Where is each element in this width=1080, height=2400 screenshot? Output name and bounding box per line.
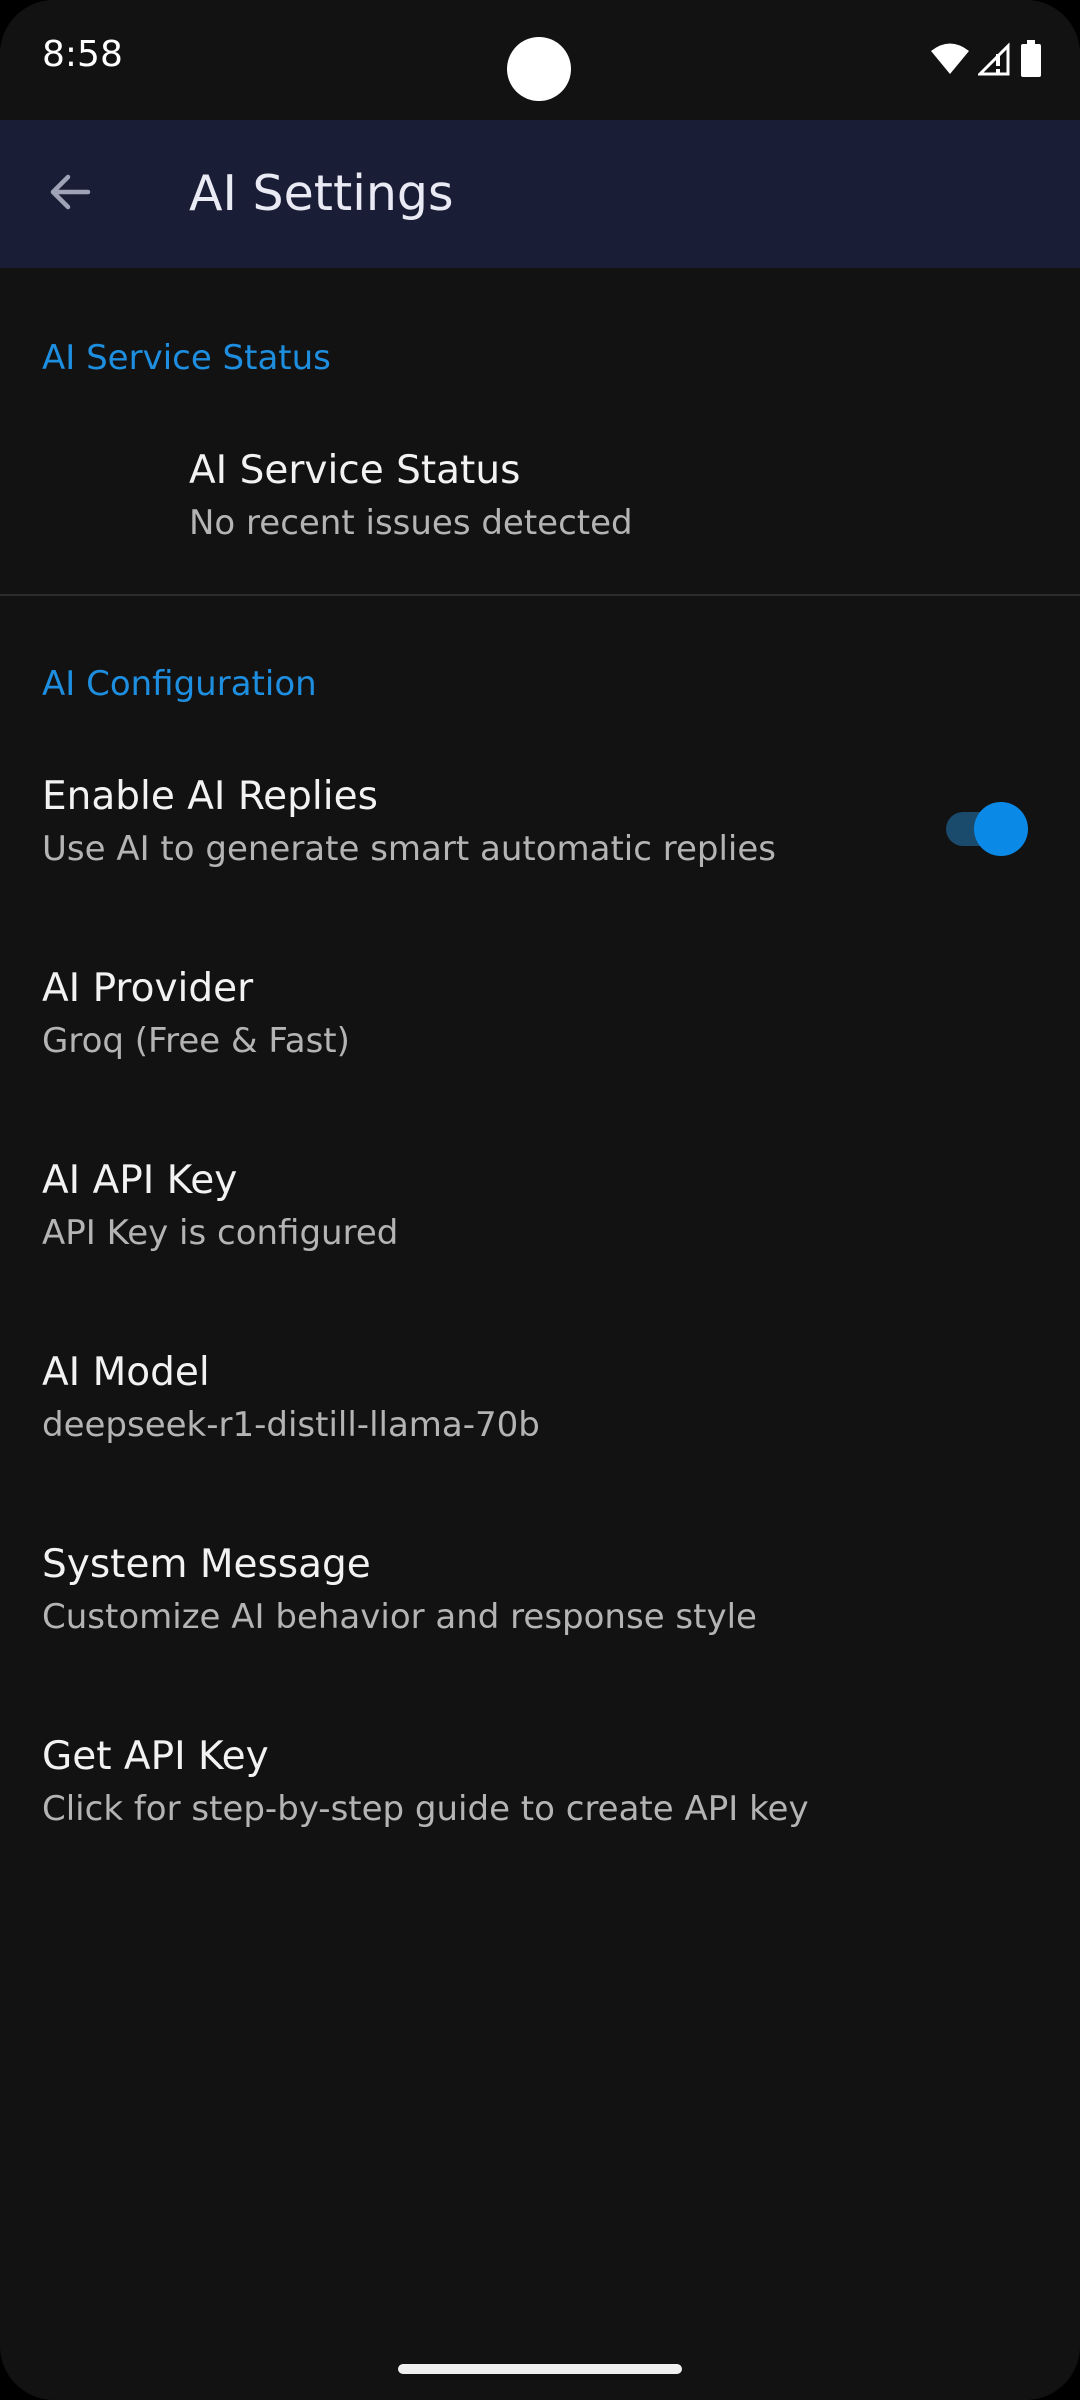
pref-summary: Use AI to generate smart automatic repli… xyxy=(42,829,776,869)
pref-title: AI Service Status xyxy=(189,448,521,493)
pref-title: System Message xyxy=(42,1542,371,1587)
wifi-icon xyxy=(930,42,970,76)
enable-ai-replies-switch[interactable] xyxy=(944,800,1032,856)
pref-ai-model[interactable]: AI Model deepseek-r1-distill-llama-70b xyxy=(0,1322,1080,1494)
pref-title: AI Model xyxy=(42,1350,210,1395)
pref-service-status[interactable]: AI Service Status No recent issues detec… xyxy=(0,420,1080,592)
pref-get-api-key[interactable]: Get API Key Click for step-by-step guide… xyxy=(0,1706,1080,1878)
switch-thumb xyxy=(974,802,1028,856)
pref-summary: Click for step-by-step guide to create A… xyxy=(42,1789,809,1829)
pref-summary: No recent issues detected xyxy=(189,503,633,543)
camera-cutout xyxy=(507,37,571,101)
battery-icon xyxy=(1020,40,1042,78)
pref-title: Enable AI Replies xyxy=(42,774,378,819)
arrow-back-icon xyxy=(46,168,94,220)
app-bar: AI Settings xyxy=(0,120,1080,268)
status-time: 8:58 xyxy=(42,34,123,75)
pref-system-message[interactable]: System Message Customize AI behavior and… xyxy=(0,1514,1080,1686)
screen: 8:58 AI Settings AI Service Status AI Se… xyxy=(0,0,1080,2400)
home-indicator[interactable] xyxy=(398,2364,682,2374)
section-header-service-status: AI Service Status xyxy=(42,338,331,378)
pref-ai-provider[interactable]: AI Provider Groq (Free & Fast) xyxy=(0,938,1080,1110)
pref-summary: deepseek-r1-distill-llama-70b xyxy=(42,1405,540,1445)
signal-icon xyxy=(978,42,1012,76)
pref-enable-ai-replies[interactable]: Enable AI Replies Use AI to generate sma… xyxy=(0,746,1080,918)
status-bar: 8:58 xyxy=(0,0,1080,120)
back-button[interactable] xyxy=(30,154,110,234)
pref-ai-api-key[interactable]: AI API Key API Key is configured xyxy=(0,1130,1080,1302)
pref-title: AI API Key xyxy=(42,1158,238,1203)
section-header-ai-configuration: AI Configuration xyxy=(42,664,317,704)
pref-title: Get API Key xyxy=(42,1734,269,1779)
status-icons xyxy=(930,40,1042,78)
pref-summary: Customize AI behavior and response style xyxy=(42,1597,757,1637)
pref-title: AI Provider xyxy=(42,966,254,1011)
pref-summary: API Key is configured xyxy=(42,1213,399,1253)
divider xyxy=(0,594,1080,596)
page-title: AI Settings xyxy=(189,165,454,222)
pref-summary: Groq (Free & Fast) xyxy=(42,1021,350,1061)
